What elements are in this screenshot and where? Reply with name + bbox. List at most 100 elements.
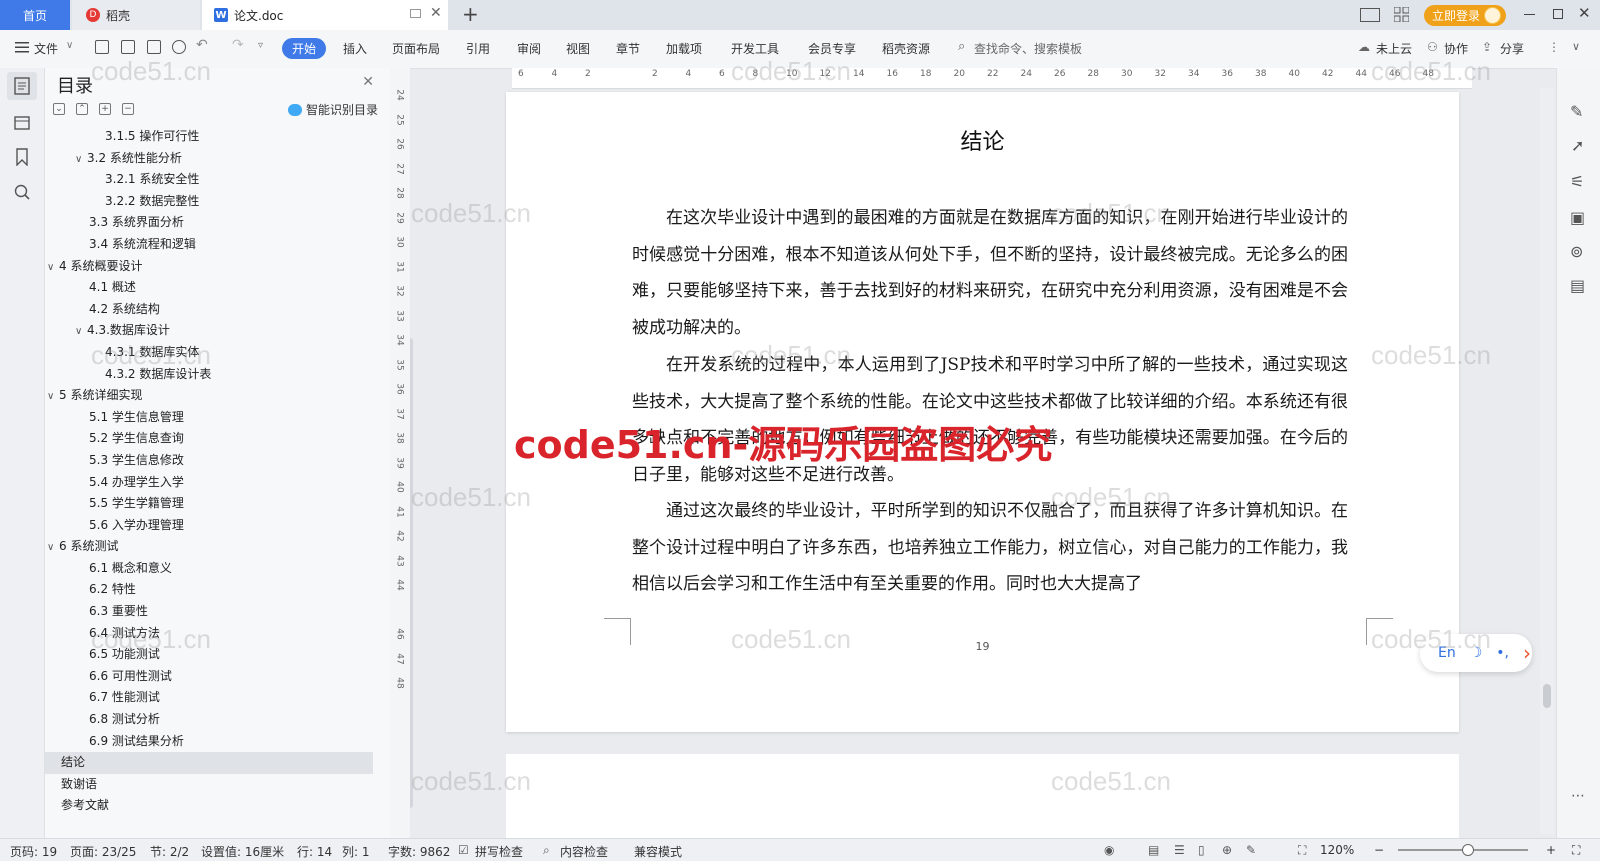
float-window-icon[interactable] — [410, 9, 421, 18]
redo-icon[interactable]: ↷ — [232, 37, 244, 53]
more-icon[interactable]: ⋯ — [1571, 788, 1585, 804]
write-view-icon[interactable]: ✎ — [1246, 843, 1256, 857]
minimize-icon[interactable] — [1524, 14, 1535, 15]
toc-item[interactable]: 6.5 功能测试 — [45, 644, 373, 666]
chevron-down-icon[interactable]: ∨ — [47, 386, 59, 408]
share-button[interactable]: 分享 — [1500, 40, 1524, 57]
ime-toolbar[interactable]: En ☽ •, › — [1420, 634, 1532, 672]
status-words[interactable]: 字数: 9862 — [388, 843, 450, 860]
toc-item[interactable]: 4.3.2 数据库设计表 — [45, 364, 373, 386]
toc-item[interactable]: 5.1 学生信息管理 — [45, 407, 373, 429]
tab-chapter[interactable]: 章节 — [616, 40, 640, 57]
toc-item[interactable]: 6.7 性能测试 — [45, 687, 373, 709]
expand-all-icon[interactable]: ⌄ — [53, 103, 65, 115]
toc-item[interactable]: 6.8 测试分析 — [45, 709, 373, 731]
zoom-in-icon[interactable]: + — [1546, 843, 1556, 857]
command-search-input[interactable]: 查找命令、搜索模板 — [974, 40, 1082, 57]
scrollbar-thumb[interactable] — [1543, 684, 1551, 708]
toc-item[interactable]: 6.1 概念和意义 — [45, 558, 373, 580]
cursor-icon[interactable]: ➚ — [1571, 136, 1584, 155]
toc-item[interactable]: 6.3 重要性 — [45, 601, 373, 623]
zoom-out-icon[interactable]: − — [1374, 843, 1384, 857]
toc-item[interactable]: 5.5 学生学籍管理 — [45, 493, 373, 515]
status-col[interactable]: 列: 1 — [342, 843, 370, 860]
layout-switch-icon[interactable] — [1360, 8, 1380, 22]
toc-item[interactable]: 6.6 可用性测试 — [45, 666, 373, 688]
toc-item[interactable]: ∨ 4.3.数据库设计 — [45, 320, 373, 342]
collab-button[interactable]: 协作 — [1444, 40, 1468, 57]
close-tab-icon[interactable]: ✕ — [430, 5, 442, 21]
toc-item[interactable]: 4.2 系统结构 — [45, 299, 373, 321]
toc-item[interactable]: 结论 — [45, 752, 373, 774]
toc-item[interactable]: 3.2.1 系统安全性 — [45, 169, 373, 191]
toc-item[interactable]: 5.6 入学办理管理 — [45, 515, 373, 537]
toc-item[interactable]: ∨ 5 系统详细实现 — [45, 385, 373, 407]
remove-heading-icon[interactable]: − — [122, 103, 134, 115]
tab-insert[interactable]: 插入 — [343, 40, 367, 57]
eye-protect-icon[interactable]: ◉ — [1104, 843, 1114, 857]
menu-icon[interactable] — [15, 41, 29, 56]
tab-daoke[interactable]: D 稻壳 — [72, 0, 200, 30]
horizontal-ruler[interactable]: 6 4 2 2 4 6 8 10 12 14 16 18 20 22 24 26 28 30 32 34 36 38 40 4… — [512, 68, 1472, 89]
restore-icon[interactable] — [1553, 9, 1563, 19]
tab-review[interactable]: 审阅 — [517, 40, 541, 57]
status-section[interactable]: 节: 2/2 — [150, 843, 189, 860]
spellcheck-button[interactable]: 拼写检查 — [475, 843, 523, 860]
status-pages[interactable]: 页面: 23/25 — [70, 843, 136, 860]
toc-item[interactable]: 6.9 测试结果分析 — [45, 731, 373, 753]
adjust-icon[interactable]: ⚟ — [1570, 172, 1584, 191]
collapse-all-icon[interactable]: ⌃ — [76, 103, 88, 115]
toc-item[interactable]: 5.2 学生信息查询 — [45, 428, 373, 450]
location-icon[interactable]: ⊚ — [1570, 242, 1583, 261]
login-button[interactable]: 立即登录 — [1424, 5, 1506, 26]
read-view-icon[interactable]: ▯ — [1198, 843, 1205, 857]
toc-item[interactable]: 4.1 概述 — [45, 277, 373, 299]
web-view-icon[interactable]: ⊕ — [1222, 843, 1232, 857]
tab-start[interactable]: 开始 — [282, 38, 326, 59]
status-row[interactable]: 行: 14 — [297, 843, 332, 860]
more-options-icon[interactable]: ⋮ — [1548, 40, 1560, 54]
tab-addins[interactable]: 加载项 — [666, 40, 702, 57]
chevron-down-icon[interactable]: ∨ — [47, 257, 59, 279]
pen-icon[interactable]: ✎ — [1570, 102, 1583, 121]
tab-developer[interactable]: 开发工具 — [731, 40, 779, 57]
toc-item[interactable]: 4.3.1 数据库实体 — [45, 342, 373, 364]
quick-access-dropdown-icon[interactable]: ▿ — [258, 40, 263, 51]
tab-daoke-resources[interactable]: 稻壳资源 — [882, 40, 930, 57]
zoom-slider-handle[interactable] — [1462, 844, 1474, 856]
outline-icon[interactable] — [13, 77, 31, 95]
page-view-icon[interactable]: ▤ — [1148, 843, 1159, 857]
print-icon[interactable] — [147, 40, 161, 54]
print-preview-icon[interactable] — [172, 40, 186, 54]
zoom-level[interactable]: 120% — [1320, 843, 1354, 857]
tab-member[interactable]: 会员专享 — [808, 40, 856, 57]
toc-item[interactable]: 参考文献 — [45, 795, 373, 817]
chevron-down-icon[interactable]: ∨ — [75, 321, 87, 343]
toc-item[interactable]: 3.2.2 数据完整性 — [45, 191, 373, 213]
toc-item[interactable]: 致谢语 — [45, 774, 373, 796]
tab-home[interactable]: 首页 — [0, 0, 70, 30]
chevron-down-icon[interactable]: ∨ — [47, 537, 59, 559]
toc-item[interactable]: 3.1.5 操作可行性 — [45, 126, 373, 148]
chevron-down-icon[interactable]: ∨ — [75, 149, 87, 171]
undo-icon[interactable]: ↶ — [196, 37, 208, 53]
toc-item[interactable]: 3.4 系统流程和逻辑 — [45, 234, 373, 256]
status-page[interactable]: 页码: 19 — [10, 843, 57, 860]
add-heading-icon[interactable]: + — [99, 103, 111, 115]
collapse-ribbon-icon[interactable]: ∨ — [1572, 40, 1580, 53]
document-scrollbar[interactable] — [1540, 88, 1554, 834]
tab-references[interactable]: 引用 — [466, 40, 490, 57]
navigation-pane-icon[interactable] — [13, 113, 31, 131]
toc-item[interactable]: 5.3 学生信息修改 — [45, 450, 373, 472]
file-menu[interactable]: 文件 — [34, 40, 58, 57]
toc-item[interactable]: 3.3 系统界面分析 — [45, 212, 373, 234]
toc-item[interactable]: ∨ 4 系统概要设计 — [45, 256, 373, 278]
export-pdf-icon[interactable] — [121, 40, 135, 54]
status-setting[interactable]: 设置值: 16厘米 — [201, 843, 284, 860]
document-page[interactable]: 结论 在这次毕业设计中遇到的最困难的方面就是在数据库方面的知识，在刚开始进行毕业… — [506, 92, 1459, 732]
reader-icon[interactable]: ▤ — [1570, 276, 1585, 295]
close-icon[interactable]: ✕ — [362, 74, 374, 90]
tab-page-layout[interactable]: 页面布局 — [392, 40, 440, 57]
next-document-page[interactable] — [506, 754, 1459, 840]
punctuation-icon[interactable]: •, — [1496, 645, 1509, 661]
